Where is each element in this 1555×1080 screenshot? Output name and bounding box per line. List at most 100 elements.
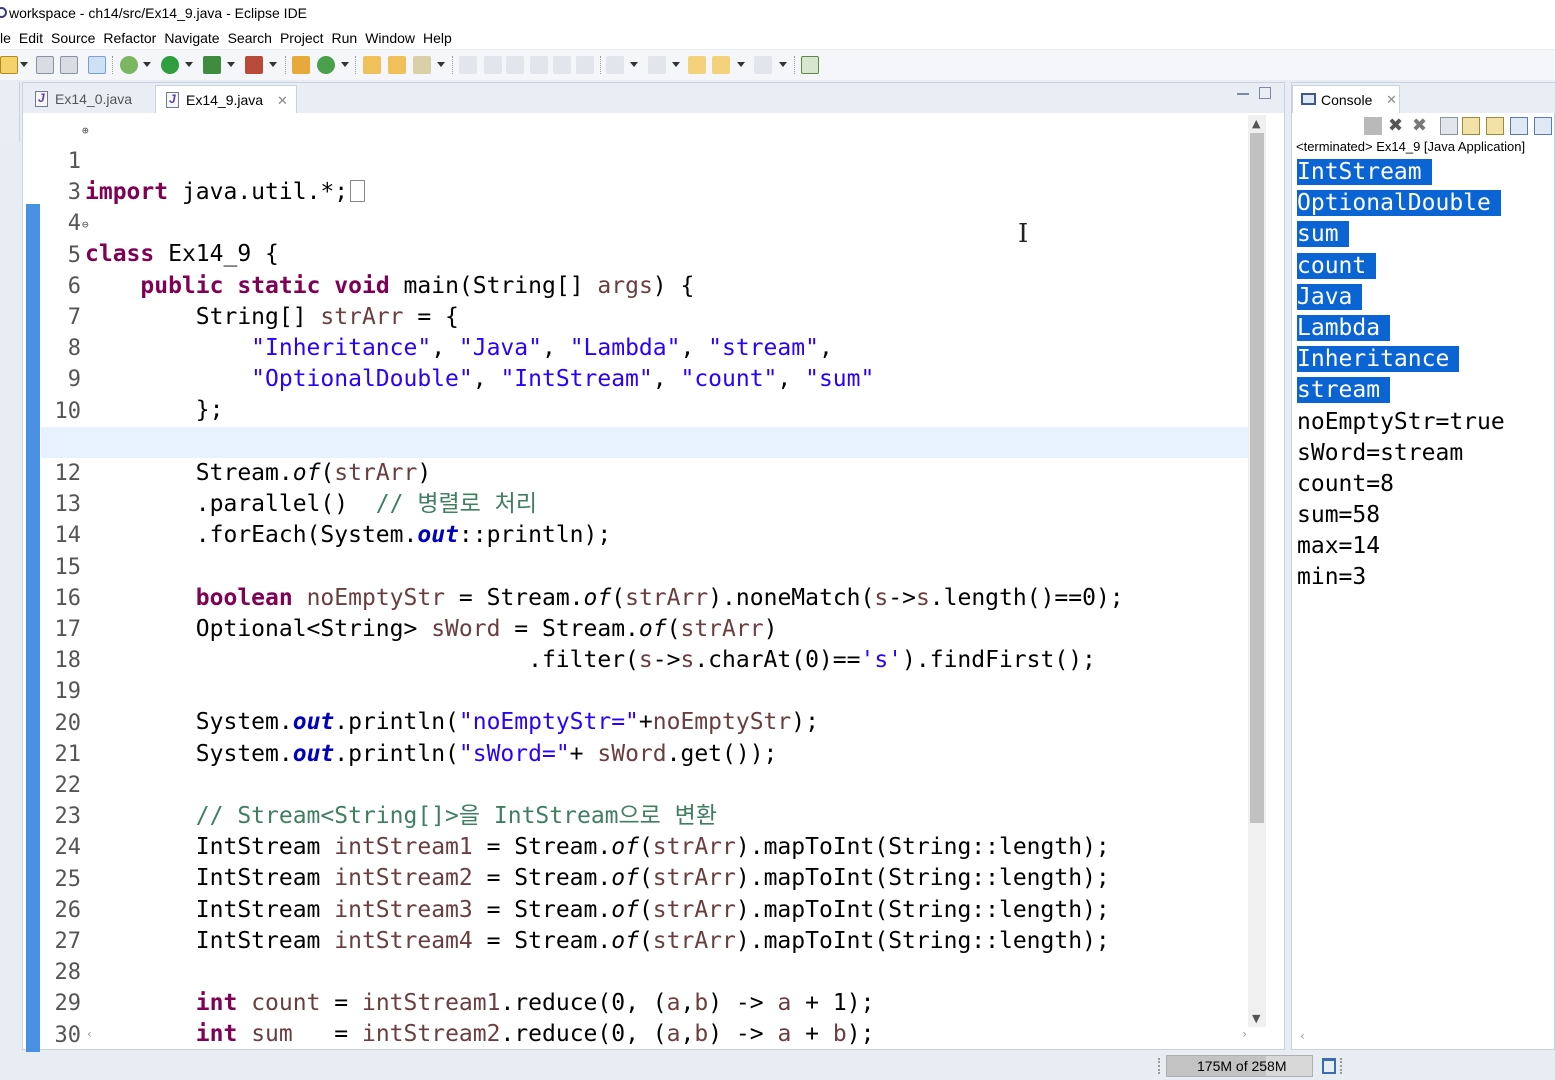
quick-diff-ruler [26,204,40,1080]
word-wrap-icon[interactable] [1486,117,1504,135]
eclipse-window: workspace - ch14/src/Ex14_9.java - Eclip… [0,0,1555,1080]
terminate-icon[interactable] [1364,117,1382,135]
scrollbar-thumb[interactable] [1250,133,1264,823]
save-all-icon[interactable] [60,56,78,74]
close-icon[interactable]: ✕ [1386,92,1397,108]
menu-window[interactable]: Window [361,27,419,49]
scroll-down-icon[interactable]: ▼ [1252,1012,1260,1025]
menu-help[interactable]: Help [419,27,456,49]
search-dropdown-icon[interactable] [437,62,445,67]
code-line: 29 int sum = intStream2.reduce(0, (a,b) … [41,957,1248,1047]
scroll-lock-icon[interactable] [1462,117,1480,135]
toggle-mark-icon[interactable] [459,56,477,74]
open-perspective-icon[interactable] [801,56,819,74]
scroll-up-icon[interactable]: ▲ [1252,117,1260,130]
new-dropdown-icon[interactable] [20,62,28,67]
pin-console-icon[interactable] [1510,117,1528,135]
console-line: sWord=stream [1297,438,1505,469]
console-text: min=3 [1297,564,1367,591]
back-dropdown-icon[interactable] [737,62,745,67]
menu-file[interactable]: le [0,27,15,49]
back-icon[interactable] [712,56,730,74]
previous-annotation-icon[interactable] [648,56,666,74]
block-selection-icon[interactable] [506,56,524,74]
vertical-scrollbar[interactable]: ▲ ▼ [1248,115,1266,1027]
scroll-right-icon[interactable]: › [1242,1027,1247,1041]
search-icon[interactable] [413,56,431,74]
code-line: 13 .forEach(System.out::println); [41,458,1248,548]
word-wrap-icon[interactable] [530,56,548,74]
debug-dropdown-icon[interactable] [143,62,151,67]
display-console-icon[interactable] [1534,117,1552,135]
console-line: count [1297,251,1505,282]
console-text: sWord=stream [1297,439,1464,466]
console-line: Inheritance [1297,344,1505,375]
debug-icon[interactable] [120,56,138,74]
toolbar-separator [112,56,113,74]
scroll-left-icon[interactable]: ‹ [87,1027,92,1041]
menu-run[interactable]: Run [328,27,362,49]
menu-refactor[interactable]: Refactor [99,27,160,49]
console-output[interactable]: IntStream OptionalDouble sum count Java … [1297,157,1505,594]
trash-icon[interactable] [1322,1058,1336,1074]
toggle-breadcrumb-icon[interactable] [484,56,502,74]
code-editor[interactable]: 1 ⊕ import java.util.*; 3 4 class Ex14_9 … [41,115,1248,1048]
coverage-dropdown-icon[interactable] [227,62,235,67]
new-icon[interactable] [0,56,18,74]
save-icon[interactable] [36,56,54,74]
maximize-icon[interactable] [1259,87,1271,99]
code-line: 26 IntStream intStream4 = Stream.of(strA… [41,864,1248,954]
forward-icon[interactable] [754,56,772,74]
console-process-label: <terminated> Ex14_9 [Java Application] [1296,139,1526,154]
code-line: 15 boolean noEmptyStr = Stream.of(strArr… [41,521,1248,611]
console-text: Lambda [1297,314,1391,341]
next-annotation-icon[interactable] [606,56,624,74]
fold-collapse-icon[interactable]: ⊖ [82,209,89,240]
skip-breakpoints-icon[interactable] [88,56,106,74]
open-task-icon[interactable] [388,56,406,74]
tab-ex14-9[interactable]: Ex14_9.java ✕ [155,85,297,113]
tab-label: Console [1321,92,1373,108]
remove-all-launches-icon[interactable]: ✖ [1412,117,1430,135]
run-icon[interactable] [161,56,179,74]
run-dropdown-icon[interactable] [185,62,193,67]
status-grip [1158,1058,1161,1074]
scroll-left-icon[interactable]: ‹ [1300,1029,1305,1043]
toolbar-separator [285,56,286,74]
new-class-icon[interactable] [317,56,335,74]
editor-tab-bar: Ex14_0.java Ex14_9.java ✕ [23,83,1284,113]
external-tools-icon[interactable] [245,56,263,74]
new-class-dropdown-icon[interactable] [341,62,349,67]
minimize-icon[interactable] [1237,87,1249,95]
code-line: 7 "Inheritance", "Java", "Lambda", "stre… [41,271,1248,361]
close-icon[interactable]: ✕ [277,93,288,108]
console-line: IntStream [1297,157,1505,188]
next-annotation-dropdown-icon[interactable] [630,62,638,67]
open-type-icon[interactable] [363,56,381,74]
menu-source[interactable]: Source [47,27,99,49]
external-tools-dropdown-icon[interactable] [269,62,277,67]
menu-edit[interactable]: Edit [15,27,47,49]
remove-launch-icon[interactable]: ✖ [1388,117,1406,135]
console-text: stream [1297,377,1391,404]
last-edit-icon[interactable] [688,56,706,74]
horizontal-scrollbar[interactable]: ‹ › [67,1027,1247,1043]
heap-status[interactable]: 175M of 258M [1166,1055,1313,1077]
tab-console[interactable]: Console ✕ [1292,85,1400,113]
clear-console-icon[interactable] [1440,117,1458,135]
previous-annotation-dropdown-icon[interactable] [672,62,680,67]
menu-search[interactable]: Search [224,27,276,49]
code-line: 14 [41,489,1248,548]
console-text: count [1297,252,1377,279]
menu-navigate[interactable]: Navigate [160,27,223,49]
tab-ex14-0[interactable]: Ex14_0.java [25,85,140,113]
menu-project[interactable]: Project [276,27,328,49]
left-trim-stack [0,82,20,142]
fold-expand-icon[interactable]: ⊕ [82,115,89,146]
show-whitespace-icon[interactable] [553,56,571,74]
forward-dropdown-icon[interactable] [779,62,787,67]
code-line: 4 class Ex14_9 { [41,177,1248,267]
pilcrow-icon[interactable] [576,56,594,74]
coverage-icon[interactable] [203,56,221,74]
new-java-project-icon[interactable] [292,56,310,74]
